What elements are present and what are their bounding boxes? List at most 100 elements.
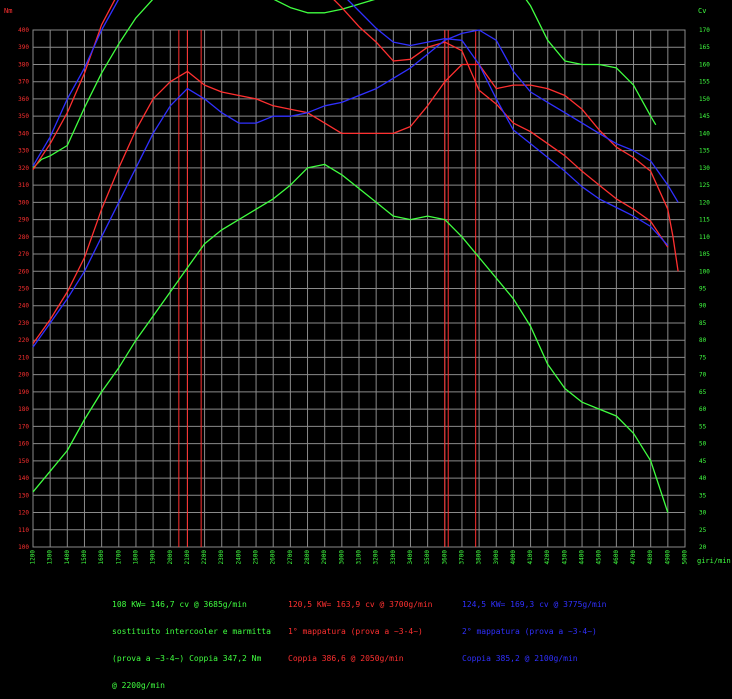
x-tick-label: 4700 (630, 550, 637, 565)
y-left-tick-label: 220 (18, 337, 29, 344)
y-left-tick-label: 360 (18, 96, 29, 103)
y-right-tick-label: 80 (699, 337, 707, 344)
legend-line: sostituito intercooler e marmitta (112, 627, 271, 636)
y-left-tick-label: 120 (18, 510, 29, 517)
legend-red-series: 120,5 KW= 163,9 cv @ 3700g/min 1° mappat… (288, 582, 433, 672)
y-right-tick-label: 20 (699, 544, 707, 551)
x-tick-label: 2300 (218, 550, 225, 565)
x-tick-label: 3100 (356, 550, 363, 565)
legend-line: @ 2200g/min (112, 681, 165, 690)
x-tick-label: 1700 (115, 550, 122, 565)
y-right-tick-label: 70 (699, 372, 707, 379)
x-tick-label: 2700 (287, 550, 294, 565)
y-left-tick-label: 380 (18, 61, 29, 68)
y-right-tick-label: 160 (699, 61, 710, 68)
y-left-tick-label: 280 (18, 234, 29, 241)
x-axis-unit-label: giri/min (697, 557, 731, 565)
y-right-tick-label: 40 (699, 475, 707, 482)
y-right-tick-label: 140 (699, 130, 710, 137)
y-right-tick-label: 120 (699, 199, 710, 206)
y-right-tick-label: 75 (699, 354, 707, 361)
x-tick-label: 2600 (270, 550, 277, 565)
x-tick-label: 5000 (682, 550, 689, 565)
y-right-tick-label: 55 (699, 423, 707, 430)
left-axis-title: Nm (4, 7, 12, 15)
x-tick-label: 3200 (373, 550, 380, 565)
y-left-tick-label: 260 (18, 268, 29, 275)
y-left-tick-label: 100 (18, 544, 29, 551)
y-right-tick-label: 130 (699, 165, 710, 172)
y-right-tick-label: 145 (699, 113, 710, 120)
y-right-tick-label: 90 (699, 303, 707, 310)
y-right-tick-label: 100 (699, 268, 710, 275)
y-left-tick-label: 300 (18, 199, 29, 206)
x-tick-label: 2400 (235, 550, 242, 565)
y-left-tick-label: 400 (18, 27, 29, 34)
legend-green-series: 108 KW= 146,7 cv @ 3685g/min sostituito … (112, 582, 271, 699)
y-right-tick-label: 65 (699, 389, 707, 396)
y-right-tick-label: 150 (699, 96, 710, 103)
x-tick-label: 3300 (390, 550, 397, 565)
y-right-tick-label: 115 (699, 217, 710, 224)
x-tick-label: 1600 (98, 550, 105, 565)
x-tick-label: 2200 (201, 550, 208, 565)
x-tick-label: 1900 (150, 550, 157, 565)
x-tick-label: 1800 (132, 550, 139, 565)
y-left-tick-label: 290 (18, 217, 29, 224)
x-tick-label: 2900 (321, 550, 328, 565)
y-left-tick-label: 330 (18, 148, 29, 155)
y-left-tick-label: 180 (18, 406, 29, 413)
legend-line: 124,5 KW= 169,3 cv @ 3775g/min (462, 600, 607, 609)
legend-blue-series: 124,5 KW= 169,3 cv @ 3775g/min 2° mappat… (462, 582, 607, 672)
y-left-tick-label: 210 (18, 354, 29, 361)
y-left-tick-label: 240 (18, 303, 29, 310)
x-tick-label: 1200 (30, 550, 37, 565)
legend-line: 2° mappatura (prova a ~3-4~) (462, 627, 597, 636)
y-right-tick-label: 95 (699, 286, 707, 293)
chart-background (0, 0, 732, 625)
y-right-tick-label: 25 (699, 527, 707, 534)
x-tick-label: 1500 (81, 550, 88, 565)
y-left-tick-label: 250 (18, 286, 29, 293)
legend-line: (prova a ~3-4~) Coppia 347,2 Nm (112, 654, 262, 663)
y-left-tick-label: 350 (18, 113, 29, 120)
y-right-tick-label: 30 (699, 510, 707, 517)
legend-line: 120,5 KW= 163,9 cv @ 3700g/min (288, 600, 433, 609)
x-tick-label: 4400 (579, 550, 586, 565)
y-right-tick-label: 110 (699, 234, 710, 241)
legend-line: 108 KW= 146,7 cv @ 3685g/min (112, 600, 247, 609)
y-right-tick-label: 50 (699, 441, 707, 448)
x-tick-label: 4300 (561, 550, 568, 565)
x-tick-label: 3600 (441, 550, 448, 565)
x-tick-label: 4000 (510, 550, 517, 565)
y-left-tick-label: 370 (18, 79, 29, 86)
y-left-tick-label: 110 (18, 527, 29, 534)
x-tick-label: 3400 (407, 550, 414, 565)
x-tick-label: 3000 (338, 550, 345, 565)
y-left-tick-label: 320 (18, 165, 29, 172)
legend-line: 1° mappatura (prova a ~3-4~) (288, 627, 423, 636)
y-left-tick-label: 150 (18, 458, 29, 465)
x-tick-label: 4100 (527, 550, 534, 565)
x-tick-label: 3700 (458, 550, 465, 565)
x-tick-label: 3900 (493, 550, 500, 565)
y-right-tick-label: 135 (699, 148, 710, 155)
y-right-tick-label: 170 (699, 27, 710, 34)
y-right-tick-label: 85 (699, 320, 707, 327)
y-left-tick-label: 130 (18, 492, 29, 499)
x-tick-label: 4200 (544, 550, 551, 565)
y-left-tick-label: 200 (18, 372, 29, 379)
x-tick-label: 2000 (167, 550, 174, 565)
x-tick-label: 4900 (664, 550, 671, 565)
y-right-tick-label: 125 (699, 182, 710, 189)
y-left-tick-label: 190 (18, 389, 29, 396)
x-tick-label: 1300 (47, 550, 54, 565)
x-tick-label: 4800 (647, 550, 654, 565)
y-left-tick-label: 270 (18, 251, 29, 258)
y-left-tick-label: 230 (18, 320, 29, 327)
y-left-tick-label: 140 (18, 475, 29, 482)
dyno-chart: 1200 1300 1400 1500 1600 1700 1800 1900 2000 2100… (0, 0, 732, 625)
right-axis-title: Cv (698, 7, 706, 15)
legend-line: Coppia 386,6 @ 2050g/min (288, 654, 404, 663)
y-right-tick-label: 45 (699, 458, 707, 465)
